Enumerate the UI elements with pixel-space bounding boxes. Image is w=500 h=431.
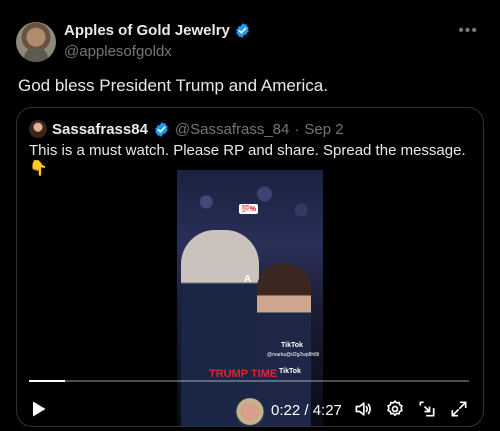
video-hundred-badge: 💯%	[239, 204, 258, 214]
author-handle[interactable]: @applesofgoldx	[64, 43, 172, 60]
quoted-tweet-date[interactable]: Sep 2	[304, 121, 343, 138]
tiktok-watermark-secondary: TikTok	[279, 368, 301, 375]
tiktok-watermark: TikTok	[281, 342, 303, 349]
tiktok-handle-watermark: @marka@d2g2wp8h8il	[267, 352, 320, 358]
quoted-author-name[interactable]: Sassafrass84	[52, 121, 148, 138]
separator-dot: ·	[294, 120, 300, 138]
quoted-tweet-header: Sassafrass84 @Sassafrass_84 · Sep 2	[29, 120, 344, 138]
tweet-text: God bless President Trump and America.	[18, 76, 328, 95]
video-time-display: 0:22 / 4:27	[271, 402, 342, 419]
picture-in-picture-icon[interactable]	[417, 399, 437, 419]
video-letter-overlay: A	[244, 274, 252, 285]
more-options-icon[interactable]: •••	[458, 22, 478, 40]
fullscreen-icon[interactable]	[449, 399, 469, 419]
play-icon[interactable]	[31, 400, 47, 418]
quoted-author-handle[interactable]: @Sassafrass_84	[175, 121, 289, 138]
video-player[interactable]: 💯% A TikTok @marka@d2g2wp8h8il TRUMP TIM…	[177, 170, 323, 426]
video-controls: 0:22 / 4:27	[17, 392, 483, 426]
quoted-author-avatar[interactable]	[29, 120, 47, 138]
video-progress-fill	[29, 380, 66, 382]
tweet: Apples of Gold Jewelry @applesofgoldx ••…	[0, 0, 500, 431]
volume-icon[interactable]	[353, 399, 373, 419]
author-name[interactable]: Apples of Gold Jewelry	[64, 22, 230, 39]
author-avatar[interactable]	[16, 22, 56, 62]
quoted-tweet[interactable]: Sassafrass84 @Sassafrass_84 · Sep 2 This…	[16, 107, 484, 427]
settings-icon[interactable]	[385, 399, 405, 419]
author-name-row: Apples of Gold Jewelry	[64, 22, 251, 39]
verified-badge-icon	[155, 121, 168, 137]
verified-badge-icon	[236, 23, 249, 38]
video-progress-bar[interactable]	[29, 380, 469, 382]
video-caption-overlay: TRUMP TIME	[209, 368, 278, 380]
